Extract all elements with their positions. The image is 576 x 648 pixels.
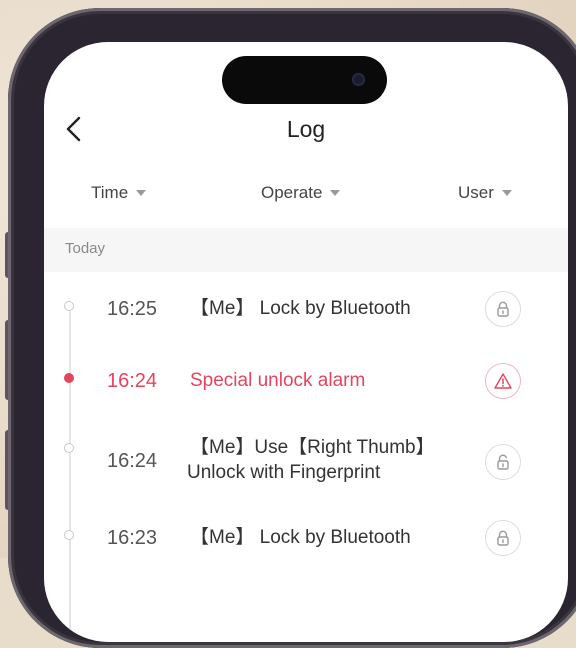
warning-icon	[494, 373, 512, 389]
log-description-line1: 【Me】Use【Right Thumb】	[190, 437, 435, 458]
filter-user-label: User	[458, 183, 494, 202]
log-type-badge	[485, 363, 521, 399]
filter-operate[interactable]: Operate	[261, 181, 341, 205]
log-description: 【Me】 Lock by Bluetooth	[190, 298, 411, 319]
log-type-badge	[485, 520, 521, 556]
log-type-badge	[485, 291, 521, 327]
log-time: 16:24	[107, 450, 158, 472]
page-title: Log	[286, 116, 326, 142]
filter-operate-label: Operate	[261, 183, 323, 202]
log-time: 16:24	[107, 370, 158, 392]
filter-time-label: Time	[91, 183, 129, 202]
log-description: Special unlock alarm	[190, 370, 366, 391]
timeline-dot-alarm	[64, 373, 74, 383]
filter-time[interactable]: Time	[91, 181, 147, 205]
log-time: 16:25	[107, 298, 158, 320]
section-header-today: Today	[44, 228, 568, 272]
filter-user[interactable]: User	[458, 181, 512, 205]
dynamic-island	[222, 56, 387, 104]
log-row-alarm[interactable]: 16:24 Special unlock alarm	[44, 361, 568, 401]
caret-down-icon	[501, 190, 512, 196]
log-type-badge	[485, 444, 521, 480]
caret-down-icon	[330, 190, 341, 196]
log-description: 【Me】 Lock by Bluetooth	[190, 527, 411, 548]
log-description-line2: Unlock with Fingerprint	[187, 462, 381, 483]
lock-icon	[497, 301, 509, 317]
unlock-icon	[497, 454, 509, 470]
section-label: Today	[65, 240, 106, 257]
timeline-dot	[64, 530, 74, 540]
log-row[interactable]: 16:23 【Me】 Lock by Bluetooth	[44, 518, 568, 558]
lock-icon	[497, 530, 509, 546]
phone-frame: Log Time Operate User Today 16:25 【Me】 L…	[8, 8, 576, 648]
log-row[interactable]: 16:25 【Me】 Lock by Bluetooth	[44, 289, 568, 329]
timeline-dot	[64, 301, 74, 311]
screen: Log Time Operate User Today 16:25 【Me】 L…	[44, 42, 568, 642]
camera-icon	[352, 73, 365, 86]
log-row[interactable]: 16:24 【Me】Use【Right Thumb】 Unlock with F…	[44, 433, 568, 493]
caret-down-icon	[136, 190, 147, 196]
log-time: 16:23	[107, 527, 158, 549]
timeline-dot	[64, 443, 74, 453]
